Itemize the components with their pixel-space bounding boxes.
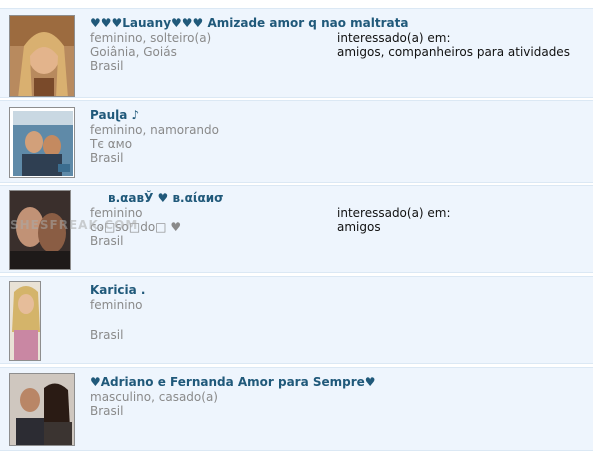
avatar bbox=[10, 282, 40, 360]
profile-photo[interactable] bbox=[9, 281, 41, 361]
profile-card[interactable] bbox=[0, 185, 593, 273]
avatar bbox=[10, 108, 74, 177]
profile-status-text: co□so□do□ ♥ bbox=[90, 220, 182, 234]
profile-name[interactable]: Karicia . bbox=[90, 283, 146, 297]
profile-country: Brasil bbox=[90, 59, 124, 73]
profile-city: Goiânia, Goiás bbox=[90, 45, 177, 59]
profile-name[interactable]: Pauɭa ♪ bbox=[90, 108, 139, 122]
profile-country: Brasil bbox=[90, 151, 124, 165]
profile-gender-status: feminino bbox=[90, 298, 143, 312]
profile-name[interactable]: ♥♥♥Lauany♥♥♥ Amizade amor q nao maltrata bbox=[90, 16, 408, 30]
profile-status-text: Tє αмo bbox=[90, 137, 133, 151]
interest-label: interessado(a) em: bbox=[337, 206, 451, 220]
profile-card[interactable] bbox=[0, 276, 593, 364]
avatar bbox=[10, 191, 70, 269]
avatar bbox=[10, 16, 74, 96]
profile-name[interactable]: ♥Adriano e Fernanda Amor para Sempre♥ bbox=[90, 375, 376, 389]
profile-name[interactable]: в.αавЎ ♥ в.αίαиσ bbox=[108, 191, 224, 205]
avatar bbox=[10, 374, 74, 445]
profile-photo[interactable] bbox=[9, 15, 75, 97]
profile-gender-status: feminino bbox=[90, 206, 143, 220]
profile-gender-status: feminino, solteiro(a) bbox=[90, 31, 212, 45]
profile-country: Brasil bbox=[90, 404, 124, 418]
interest-label: interessado(a) em: bbox=[337, 31, 451, 45]
profile-photo[interactable] bbox=[9, 107, 75, 178]
interest-value: amigos bbox=[337, 220, 381, 234]
profile-photo[interactable] bbox=[9, 373, 75, 446]
profile-country: Brasil bbox=[90, 328, 124, 342]
profile-photo[interactable] bbox=[9, 190, 71, 270]
profile-country: Brasil bbox=[90, 234, 124, 248]
profile-card[interactable] bbox=[0, 100, 593, 183]
profile-gender-status: feminino, namorando bbox=[90, 123, 219, 137]
interest-value: amigos, companheiros para atividades bbox=[337, 45, 570, 59]
profile-gender-status: masculino, casado(a) bbox=[90, 390, 218, 404]
